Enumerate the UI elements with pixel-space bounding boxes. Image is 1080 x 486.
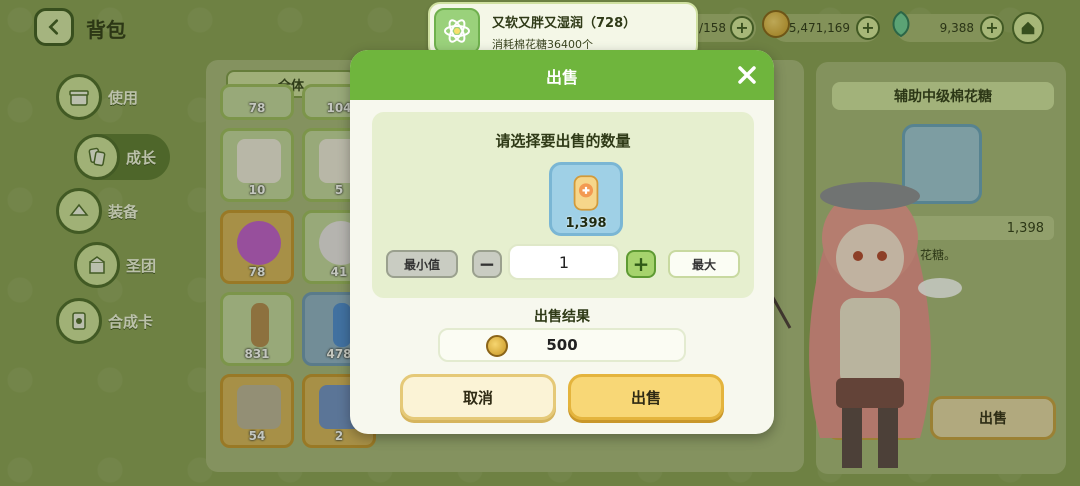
close-icon xyxy=(738,66,756,84)
max-value-button[interactable]: 最大 xyxy=(668,250,740,278)
increment-button[interactable]: + xyxy=(626,250,656,278)
selected-item: 1,398 xyxy=(549,162,623,236)
sell-result-box: 500 xyxy=(438,328,686,362)
sell-result-value: 500 xyxy=(546,336,578,354)
marshmallow-icon xyxy=(573,175,599,211)
decrement-button[interactable]: − xyxy=(472,250,502,278)
cancel-button[interactable]: 取消 xyxy=(400,374,556,420)
quantity-section: 请选择要出售的数量 1,398 最小值 − 1 + 最大 xyxy=(372,112,754,298)
sell-label: 出售 xyxy=(630,388,661,407)
max-value-label: 最大 xyxy=(691,257,716,272)
atom-icon xyxy=(434,8,480,54)
minus-icon: − xyxy=(478,252,496,276)
quantity-prompt: 请选择要出售的数量 xyxy=(495,132,631,150)
quantity-input[interactable]: 1 xyxy=(508,244,620,280)
cancel-label: 取消 xyxy=(462,388,493,407)
dialog-title: 出售 xyxy=(545,68,578,87)
sell-dialog: 出售 请选择要出售的数量 1,398 最小值 − 1 + 最大 出售结果 500… xyxy=(350,50,774,434)
close-button[interactable] xyxy=(734,62,760,88)
min-value-label: 最小值 xyxy=(403,257,440,272)
sell-result-label: 出售结果 xyxy=(534,309,590,325)
notification-title: 又软又胖又湿润（728） xyxy=(492,16,637,31)
plus-icon: + xyxy=(632,252,650,276)
min-value-button[interactable]: 最小值 xyxy=(386,250,458,278)
confirm-sell-button[interactable]: 出售 xyxy=(568,374,724,420)
selected-item-count: 1,398 xyxy=(565,216,607,231)
quantity-value: 1 xyxy=(558,252,570,272)
